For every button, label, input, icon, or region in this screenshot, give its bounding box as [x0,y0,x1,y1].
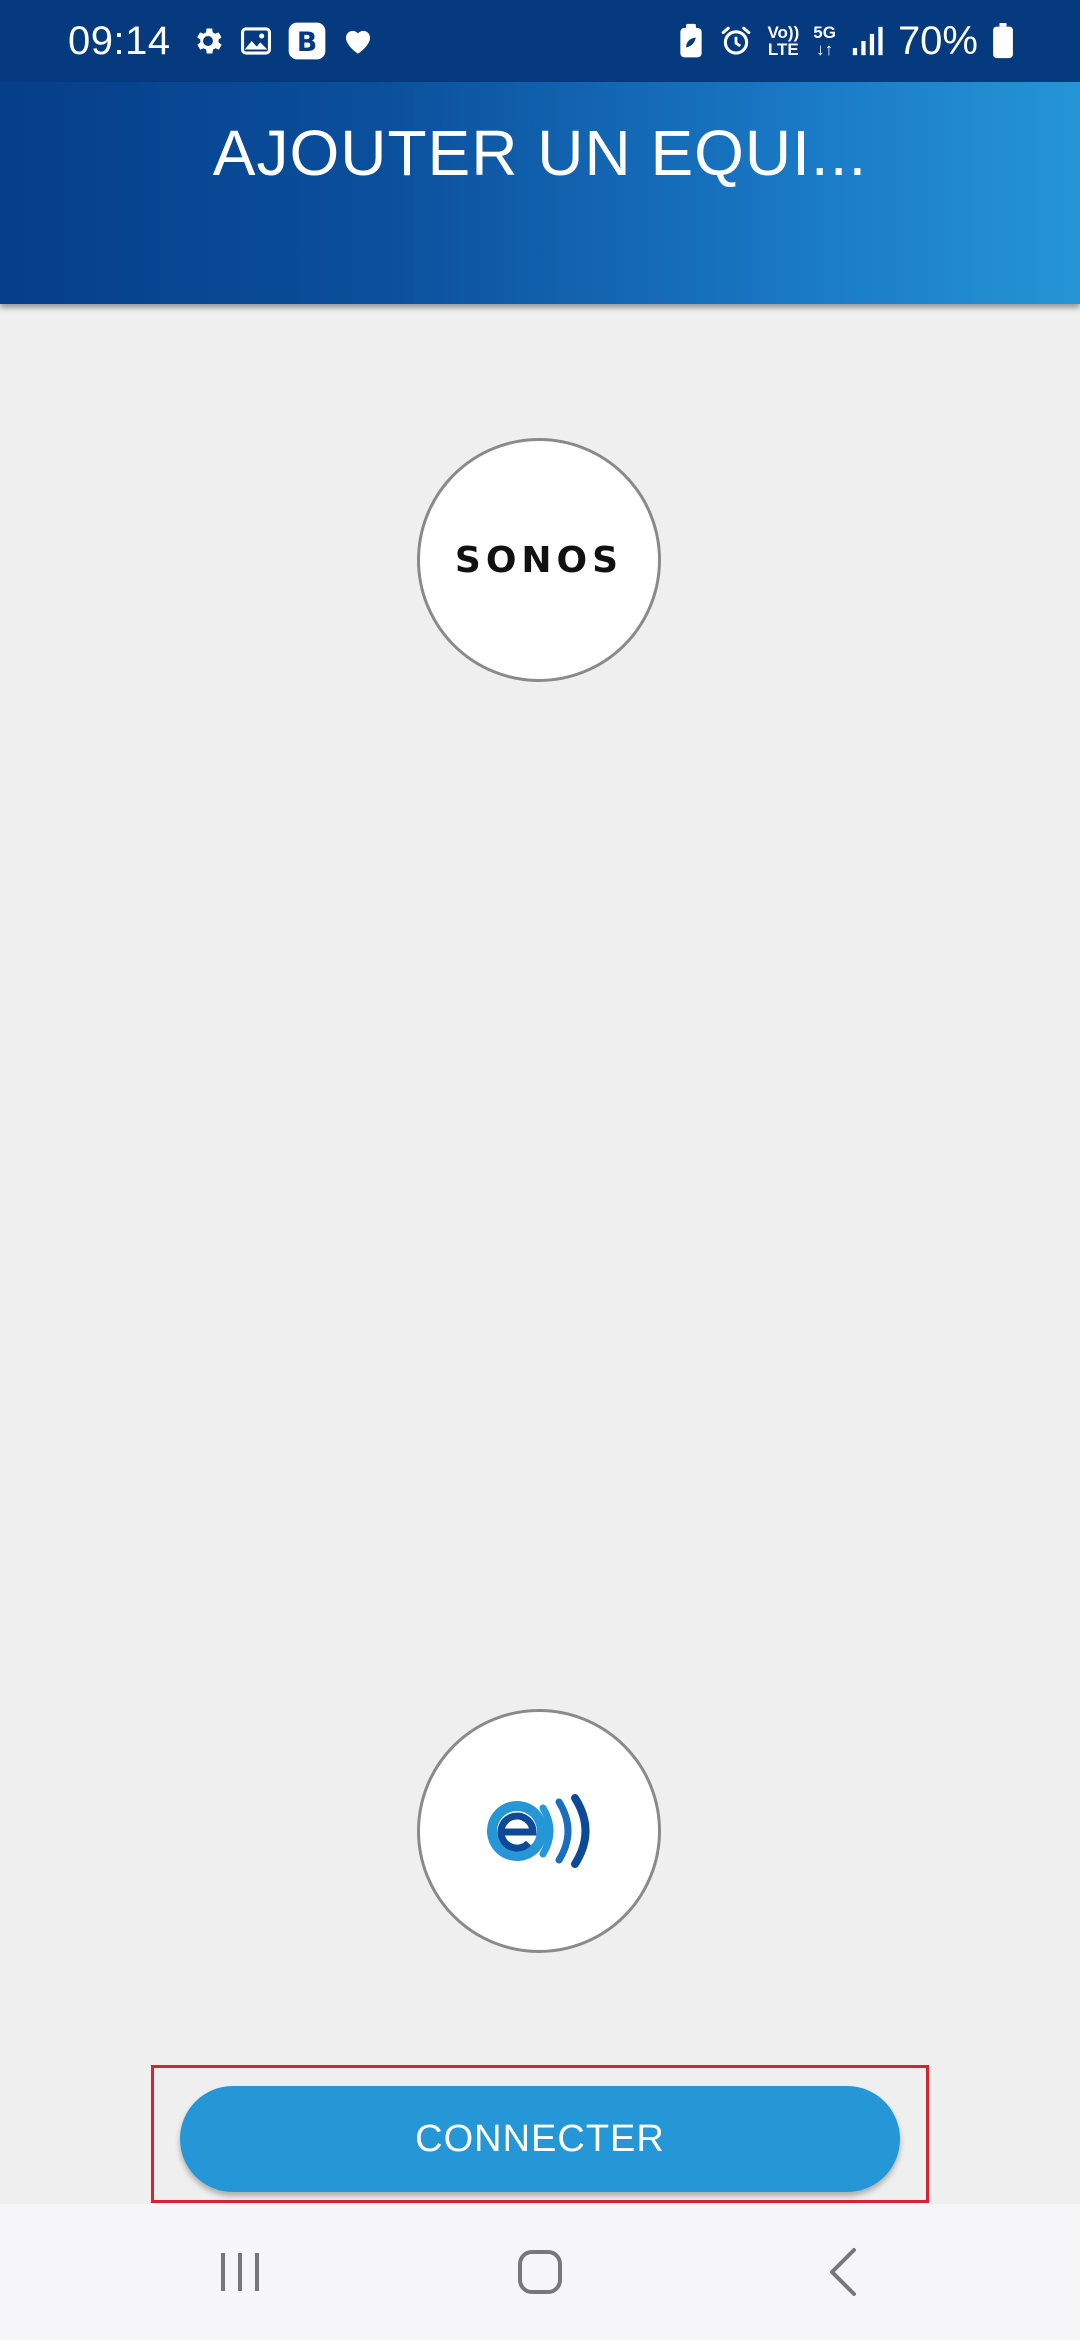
add-device-screen: 09:14 B Vo)) LTE 5G ↓↑ 70% AJOUTER UN EQ… [0,0,1080,2340]
home-button[interactable] [460,2204,620,2340]
app-header: AJOUTER UN EQUI... [0,82,1080,304]
sonos-logo: SONOS [454,539,624,581]
heart-icon [345,30,370,54]
5g-icon: 5G ↓↑ [813,24,836,58]
status-bar: 09:14 B Vo)) LTE 5G ↓↑ 70% [0,0,1080,82]
gallery-icon [240,27,271,55]
e-wave-device-option[interactable] [417,1709,661,1953]
status-bar-left: 09:14 B [68,0,375,82]
data-arrows-icon: ↓↑ [816,40,834,59]
recent-apps-button[interactable] [160,2204,320,2340]
recent-apps-icon [221,2253,259,2291]
status-time: 09:14 [68,18,171,63]
b-app-icon: B [288,22,325,60]
back-icon [830,2248,856,2296]
navigation-bar [0,2204,1080,2340]
home-icon [518,2250,562,2294]
ecosystem-e-wave-logo [487,1794,590,1868]
battery-percent: 70% [897,18,978,63]
battery-saver-icon [680,23,703,58]
status-bar-right: Vo)) LTE 5G ↓↑ 70% [677,0,1014,82]
alarm-icon [722,26,751,55]
back-button[interactable] [764,2204,924,2340]
network-type-label: 5G [813,23,836,42]
svg-text:B: B [296,27,316,58]
signal-icon [852,26,883,56]
sonos-device-option[interactable]: SONOS [417,438,661,682]
battery-icon [993,23,1013,59]
connect-button[interactable]: CONNECTER [180,2086,900,2192]
volte-bottom-label: LTE [767,40,799,59]
page-title: AJOUTER UN EQUI... [212,117,868,189]
volte-top-label: Vo)) [767,23,800,42]
volte-icon: Vo)) LTE [767,24,799,58]
gear-icon [196,28,222,54]
